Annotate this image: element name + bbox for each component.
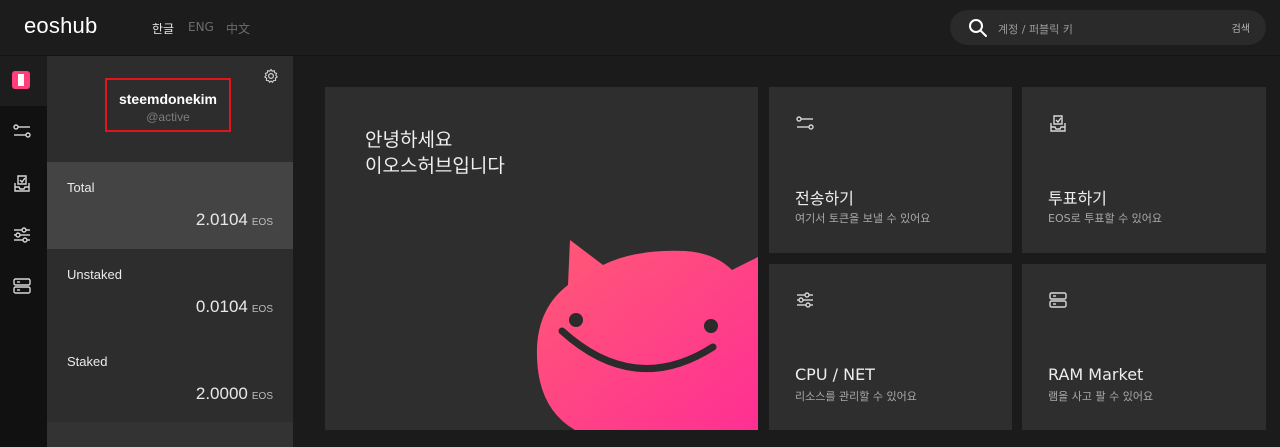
- eoshub-mark-icon[interactable]: [12, 71, 30, 89]
- lang-chinese[interactable]: 中文: [226, 20, 250, 37]
- lang-english[interactable]: ENG: [188, 20, 214, 34]
- card-description: 램을 사고 팔 수 있어요: [1048, 390, 1154, 403]
- balance-total[interactable]: Total 2.0104 EOS: [47, 162, 293, 249]
- sliders-icon[interactable]: [12, 225, 32, 245]
- account-info[interactable]: steemdonekim @active: [105, 78, 231, 132]
- vote-icon[interactable]: [12, 173, 32, 193]
- account-panel: steemdonekim @active Total 2.0104 EOS Uns…: [47, 56, 293, 447]
- card-description: EOS로 투표할 수 있어요: [1048, 212, 1163, 225]
- vote-icon: [1050, 115, 1066, 132]
- card-title: 투표하기: [1048, 189, 1107, 208]
- search-bar: 검색: [950, 10, 1266, 45]
- balance-label: Total: [67, 180, 95, 195]
- card-title: 전송하기: [795, 189, 854, 208]
- balance-unstaked[interactable]: Unstaked 0.0104 EOS: [47, 249, 293, 336]
- server-icon[interactable]: [12, 276, 32, 296]
- lang-korean[interactable]: 한글: [152, 20, 174, 37]
- card-title: RAM Market: [1048, 365, 1144, 384]
- transfer-icon: [796, 116, 814, 130]
- balance-label: Staked: [67, 354, 108, 369]
- vote-card[interactable]: 투표하기 EOS로 투표할 수 있어요: [1022, 87, 1266, 253]
- search-input[interactable]: [996, 18, 1220, 40]
- search-icon[interactable]: [968, 18, 988, 38]
- balance-amount: 2.0104 EOS: [195, 210, 273, 229]
- eoshub-logo[interactable]: eoshub: [24, 13, 97, 39]
- welcome-title: 안녕하세요 이오스허브입니다: [365, 129, 505, 177]
- gear-icon[interactable]: [263, 68, 279, 84]
- balance-label: Unstaked: [67, 267, 122, 282]
- welcome-card: 안녕하세요 이오스허브입니다: [325, 87, 758, 430]
- cpu-net-card[interactable]: CPU / NET 리소스를 관리할 수 있어요: [769, 264, 1012, 430]
- balance-staked[interactable]: Staked 2.0000 EOS: [47, 336, 293, 423]
- top-bar: eoshub 한글 ENG 中文 검색: [0, 0, 1280, 56]
- account-permission: @active: [146, 110, 190, 124]
- server-icon: [1049, 292, 1067, 308]
- ram-market-card[interactable]: RAM Market 램을 사고 팔 수 있어요: [1022, 264, 1266, 430]
- balance-next-row: [47, 422, 293, 447]
- search-button[interactable]: 검색: [1232, 20, 1250, 35]
- rail-brand-area: [0, 56, 47, 106]
- card-title: CPU / NET: [795, 365, 875, 384]
- icon-rail: [0, 56, 47, 447]
- balance-amount: 2.0000 EOS: [195, 384, 273, 403]
- card-description: 여기서 토큰을 보낼 수 있어요: [795, 212, 931, 225]
- card-description: 리소스를 관리할 수 있어요: [795, 390, 917, 403]
- sliders-icon: [797, 292, 813, 308]
- mascot-illustration: [536, 240, 758, 430]
- account-name: steemdonekim: [118, 91, 218, 107]
- transfer-icon[interactable]: [12, 121, 32, 141]
- balance-amount: 0.0104 EOS: [195, 297, 273, 316]
- transfer-card[interactable]: 전송하기 여기서 토큰을 보낼 수 있어요: [769, 87, 1012, 253]
